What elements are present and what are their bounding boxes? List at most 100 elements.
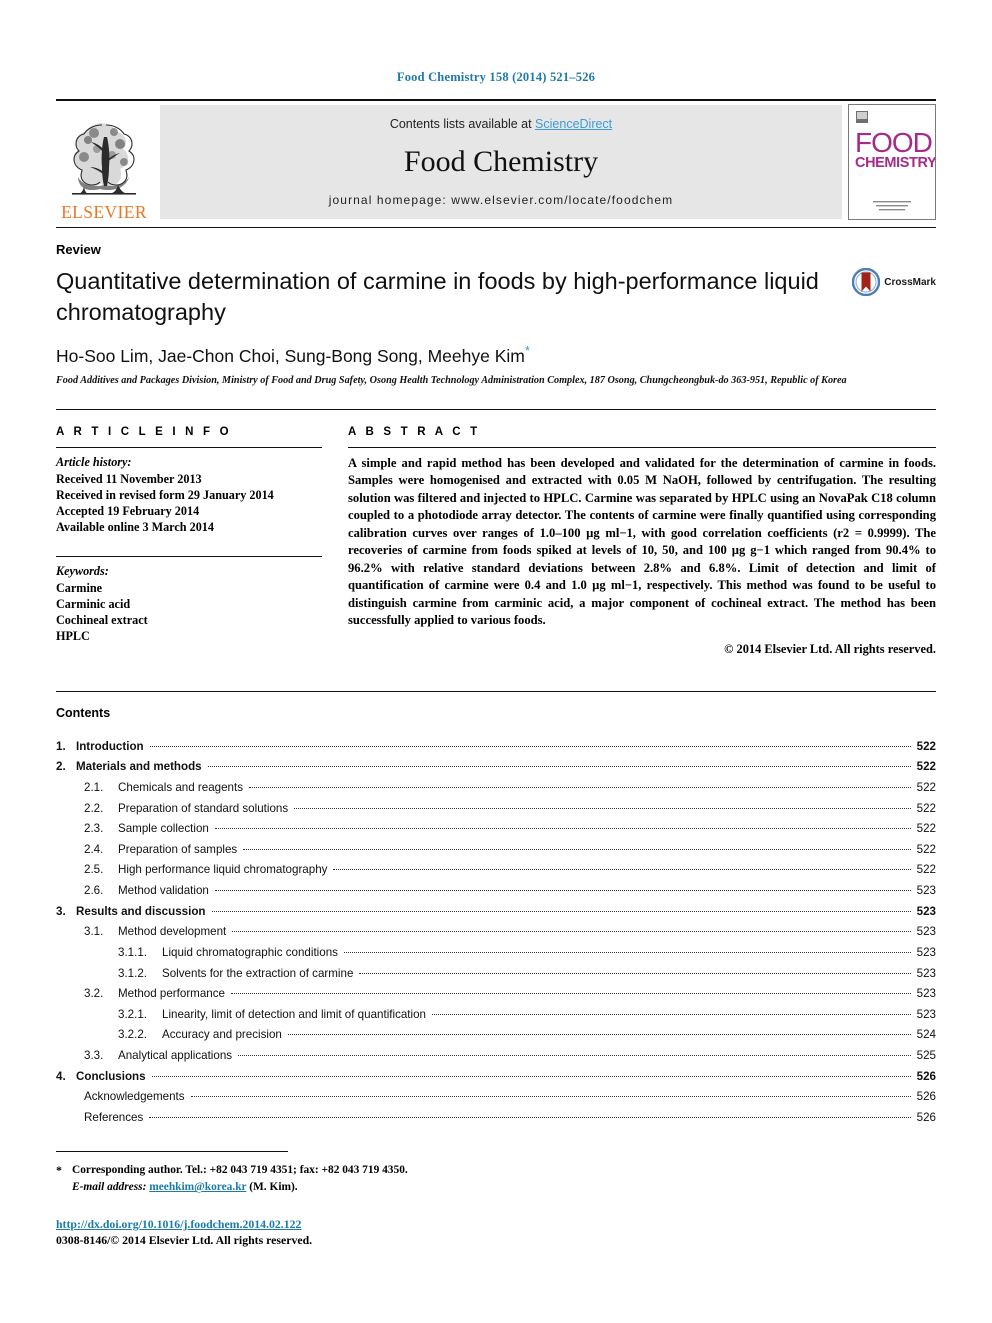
page-title: Quantitative determination of carmine in… [56,268,819,325]
toc-entry-page: 522 [916,739,936,753]
journal-masthead: ELSEVIER Contents lists available at Sci… [56,99,936,223]
crossmark-label: CrossMark [884,276,936,288]
toc-entry-number: 3.2.2. [118,1028,148,1042]
author-footnote-marker[interactable]: * [525,343,530,358]
toc-entry-page: 522 [916,863,936,877]
history-item: Received in revised form 29 January 2014 [56,487,274,502]
toc-entry[interactable]: 3.1. Method development 523 [56,922,936,943]
toc-entry-page: 523 [916,925,936,939]
journal-title: Food Chemistry [403,145,599,178]
abstract-rule [348,446,936,448]
toc-entry-label: Introduction [76,739,144,753]
toc-leader-dots [294,807,911,809]
toc-entry[interactable]: 2.5. High performance liquid chromatograp… [56,860,936,881]
toc-leader-dots [190,1096,911,1098]
toc-entry-label: Solvents for the extraction of carmine [162,966,354,980]
toc-entry[interactable]: 2.1. Chemicals and reagents 522 [56,778,936,799]
toc-leader-dots [214,890,911,892]
toc-entry[interactable]: 2.3. Sample collection 522 [56,819,936,840]
keywords-rule [56,555,322,557]
footer-rule [56,1151,288,1153]
toc-leader-dots [232,931,911,933]
toc-leader-dots [149,1116,911,1118]
running-head: Food Chemistry 158 (2014) 521–526 [396,70,596,84]
toc-leader-dots [243,848,911,850]
elsevier-tree-icon [72,122,136,195]
toc-entry[interactable]: 3.2. Method performance 523 [56,984,936,1005]
abstract-text: A simple and rapid method has been devel… [348,455,936,628]
doi-block: http://dx.doi.org/10.1016/j.foodchem.201… [56,1216,936,1249]
toc-entry-label: References [84,1110,144,1124]
toc-entry-page: 526 [916,1090,936,1104]
masthead-center-panel: Contents lists available at ScienceDirec… [160,105,842,219]
table-of-contents: 1. Introduction 522 2. Materials and methods… [56,737,936,1129]
toc-entry-label: Analytical applications [118,1049,233,1063]
toc-entry-page: 523 [916,945,936,959]
toc-entry[interactable]: 2. Materials and methods 522 [56,757,936,778]
issn-copyright-line: 0308-8146/© 2014 Elsevier Ltd. All right… [56,1233,313,1248]
toc-entry[interactable]: 3. Results and discussion 523 [56,902,936,923]
toc-leader-dots [149,745,911,747]
keyword-item: Carminic acid [56,596,131,611]
history-item: Accepted 19 February 2014 [56,504,200,519]
toc-entry-label: Linearity, limit of detection and limit … [162,1007,427,1021]
toc-entry-label: Preparation of samples [118,842,238,856]
toc-leader-dots [230,993,911,995]
journal-cover-thumbnail: FOOD CHEMISTRY [848,104,936,220]
toc-leader-dots [359,972,911,974]
toc-entry-page: 523 [916,884,936,898]
doi-link[interactable]: http://dx.doi.org/10.1016/j.foodchem.201… [56,1216,936,1233]
contents-available-prefix: Contents lists available at [389,117,536,131]
toc-entry-number: 2.6. [84,884,104,898]
toc-entry[interactable]: 3.1.2. Solvents for the extraction of car… [56,964,936,985]
toc-entry-number: 2.5. [84,863,104,877]
article-info-column: A R T I C L E I N F O Article history: R… [56,426,340,657]
toc-entry[interactable]: Acknowledgements 526 [56,1087,936,1108]
email-link[interactable]: meehkim@korea.kr [149,1181,246,1193]
toc-entry[interactable]: 4. Conclusions 526 [56,1067,936,1088]
toc-entry-label: Conclusions [76,1069,146,1083]
toc-entry-number: 2.4. [84,842,104,856]
contents-available-line: Contents lists available at ScienceDirec… [390,117,612,131]
email-note: E-mail address: meehkim@korea.kr (M. Kim… [72,1179,936,1196]
toc-entry-label: Sample collection [118,822,209,836]
toc-entry[interactable]: 2.6. Method validation 523 [56,881,936,902]
crossmark-badge[interactable]: CrossMark [852,266,936,296]
toc-entry[interactable]: 2.4. Preparation of samples 522 [56,840,936,861]
toc-entry[interactable]: 2.2. Preparation of standard solutions 522 [56,799,936,820]
toc-entry-number: 3. [56,904,66,918]
keyword-item: Carmine [56,580,103,595]
keywords-label: Keywords: [56,563,109,578]
keyword-item: Cochineal extract [56,613,148,628]
abstract-heading: A B S T R A C T [348,425,481,438]
toc-entry-label: Materials and methods [76,760,202,774]
toc-entry-label: Accuracy and precision [162,1028,282,1042]
toc-leader-dots [343,951,911,953]
toc-leader-dots [249,786,911,788]
toc-entry[interactable]: 3.2.2. Accuracy and precision 524 [56,1025,936,1046]
sciencedirect-link[interactable]: ScienceDirect [535,117,612,131]
toc-entry-number: 2.3. [84,822,104,836]
contents-section: Contents 1. Introduction 522 2. Materials an… [56,690,936,1129]
toc-entry[interactable]: 1. Introduction 522 [56,737,936,758]
toc-entry-page: 522 [916,780,936,794]
history-item: Received 11 November 2013 [56,471,202,486]
toc-entry-page: 522 [916,760,936,774]
title-row: Quantitative determination of carmine in… [56,266,936,327]
toc-entry[interactable]: 3.1.1. Liquid chromatographic conditions 5… [56,943,936,964]
article-type-label: Review [56,242,101,257]
toc-entry-number: 4. [56,1069,66,1083]
toc-entry[interactable]: References 526 [56,1108,936,1129]
keywords-block: Keywords: Carmine Carminic acid Cochinea… [56,555,322,645]
masthead-bottom-rule [56,227,936,228]
toc-entry-label: Method validation [118,884,209,898]
toc-entry[interactable]: 3.3. Analytical applications 525 [56,1046,936,1067]
article-info-rule [56,446,322,448]
elsevier-logo: ELSEVIER [56,101,152,223]
toc-entry-number: 2.1. [84,780,104,794]
toc-entry[interactable]: 3.2.1. Linearity, limit of detection and … [56,1005,936,1026]
journal-cover-image: FOOD CHEMISTRY [849,105,935,219]
toc-entry-label: Chemicals and reagents [118,780,244,794]
journal-homepage-line[interactable]: journal homepage: www.elsevier.com/locat… [329,193,674,207]
toc-leader-dots [151,1075,911,1077]
